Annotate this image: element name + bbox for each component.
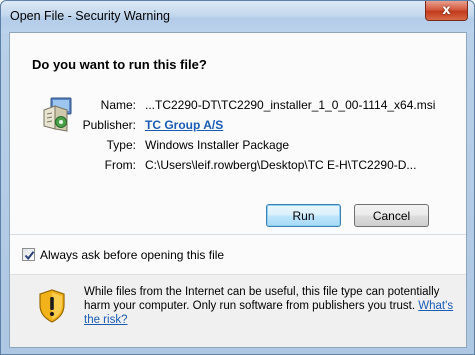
warning-area: While files from the Internet can be use… [10, 274, 466, 347]
divider [10, 234, 466, 235]
file-name-value: ...TC2290-DT\TC2290_installer_1_0_00-111… [145, 98, 436, 112]
dialog-content: Do you want to run this file? Name: ...T… [9, 32, 467, 348]
title-bar[interactable]: Open File - Security Warning x [1, 1, 474, 33]
cancel-button[interactable]: Cancel [354, 204, 429, 227]
always-ask-label[interactable]: Always ask before opening this file [40, 248, 224, 262]
publisher-link[interactable]: TC Group A/S [145, 118, 223, 132]
file-source-value: C:\Users\leif.rowberg\Desktop\TC E-H\TC2… [145, 158, 417, 172]
checkmark-icon [24, 251, 35, 261]
publisher-label: Publisher: [82, 118, 136, 132]
publisher-row: Publisher: TC Group A/S [24, 118, 454, 134]
file-info-panel: Name: ...TC2290-DT\TC2290_installer_1_0_… [24, 85, 454, 202]
warning-message: While files from the Internet can be use… [84, 285, 456, 327]
close-button[interactable]: x [425, 1, 468, 21]
security-shield-icon [39, 289, 65, 323]
dialog-question: Do you want to run this file? [32, 57, 207, 72]
window-title: Open File - Security Warning [10, 9, 171, 23]
file-type-value: Windows Installer Package [145, 138, 290, 152]
security-warning-dialog: Open File - Security Warning x Do you wa… [0, 0, 475, 355]
file-name-row: Name: ...TC2290-DT\TC2290_installer_1_0_… [24, 98, 454, 114]
run-button[interactable]: Run [266, 204, 341, 227]
always-ask-checkbox[interactable] [22, 248, 35, 261]
file-name-label: Name: [100, 98, 136, 112]
file-type-label: Type: [106, 138, 136, 152]
warning-text: While files from the Internet can be use… [84, 286, 440, 312]
close-icon: x [442, 3, 451, 18]
file-source-label: From: [104, 158, 136, 172]
file-source-row: From: C:\Users\leif.rowberg\Desktop\TC E… [24, 158, 454, 174]
file-type-row: Type: Windows Installer Package [24, 138, 454, 154]
